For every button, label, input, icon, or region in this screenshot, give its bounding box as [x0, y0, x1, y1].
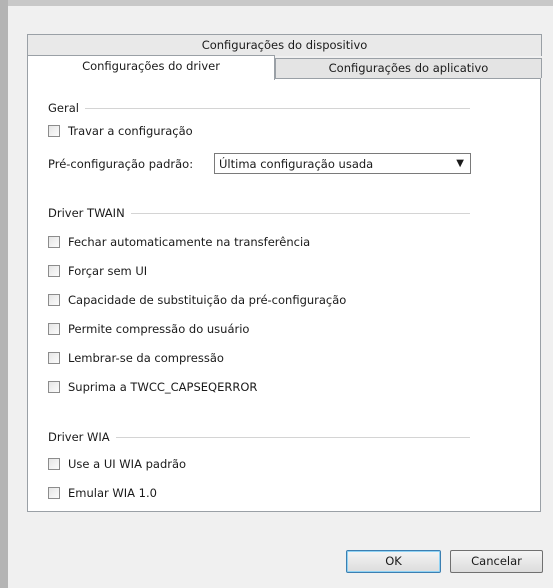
lock-config-label: Travar a configuração — [68, 124, 193, 138]
default-preset-label: Pré-configuração padrão: — [48, 157, 194, 171]
section-title-general: Geral — [48, 101, 85, 115]
force-no-ui-checkbox[interactable] — [48, 265, 60, 277]
section-general: Geral — [48, 101, 470, 115]
ok-button[interactable]: OK — [346, 550, 441, 573]
remember-compression-label: Lembrar-se da compressão — [68, 351, 224, 365]
suppress-capseqerror-label: Suprima a TWCC_CAPSEQERROR — [68, 380, 258, 394]
remember-compression-checkbox[interactable] — [48, 352, 60, 364]
twain-option-preset-override[interactable]: Capacidade de substituição da pré-config… — [48, 292, 346, 308]
twain-option-auto-close[interactable]: Fechar automaticamente na transferência — [48, 234, 310, 250]
user-compression-checkbox[interactable] — [48, 323, 60, 335]
tab-app-settings[interactable]: Configurações do aplicativo — [275, 58, 542, 78]
twain-option-user-compression[interactable]: Permite compressão do usuário — [48, 321, 249, 337]
section-twain: Driver TWAIN — [48, 206, 470, 220]
emulate-wia-label: Emular WIA 1.0 — [68, 486, 157, 500]
suppress-capseqerror-checkbox[interactable] — [48, 381, 60, 393]
default-preset-select[interactable]: Última configuração usada ▼ — [214, 153, 471, 174]
twain-option-force-no-ui[interactable]: Forçar sem UI — [48, 263, 147, 279]
cancel-button[interactable]: Cancelar — [450, 550, 543, 573]
section-wia: Driver WIA — [48, 430, 470, 444]
lock-config-checkbox[interactable] — [48, 125, 60, 137]
settings-dialog: Configurações do dispositivo Configuraçõ… — [0, 0, 553, 588]
tab-driver-settings[interactable]: Configurações do driver — [27, 55, 275, 80]
tab-device-settings[interactable]: Configurações do dispositivo — [27, 34, 542, 56]
auto-close-checkbox[interactable] — [48, 236, 60, 248]
wia-default-ui-label: Use a UI WIA padrão — [68, 457, 187, 471]
window-top-edge — [0, 0, 553, 6]
force-no-ui-label: Forçar sem UI — [68, 264, 148, 278]
lock-config-option[interactable]: Travar a configuração — [48, 123, 193, 139]
user-compression-label: Permite compressão do usuário — [68, 322, 250, 336]
window-left-edge — [0, 0, 8, 588]
emulate-wia-checkbox[interactable] — [48, 487, 60, 499]
wia-default-ui-checkbox[interactable] — [48, 458, 60, 470]
twain-option-remember-compression[interactable]: Lembrar-se da compressão — [48, 350, 224, 366]
wia-option-emulate-10[interactable]: Emular WIA 1.0 — [48, 485, 157, 501]
section-divider — [48, 108, 470, 109]
auto-close-label: Fechar automaticamente na transferência — [68, 235, 311, 249]
preset-override-label: Capacidade de substituição da pré-config… — [68, 293, 347, 307]
wia-option-default-ui[interactable]: Use a UI WIA padrão — [48, 456, 186, 472]
twain-option-suppress-capseqerror[interactable]: Suprima a TWCC_CAPSEQERROR — [48, 379, 257, 395]
default-preset-row: Pré-configuração padrão: — [48, 156, 193, 172]
dropdown-arrow-icon[interactable]: ▼ — [456, 156, 464, 172]
section-title-wia: Driver WIA — [48, 430, 116, 444]
preset-override-checkbox[interactable] — [48, 294, 60, 306]
section-title-twain: Driver TWAIN — [48, 206, 131, 220]
default-preset-value: Última configuração usada — [219, 157, 374, 171]
